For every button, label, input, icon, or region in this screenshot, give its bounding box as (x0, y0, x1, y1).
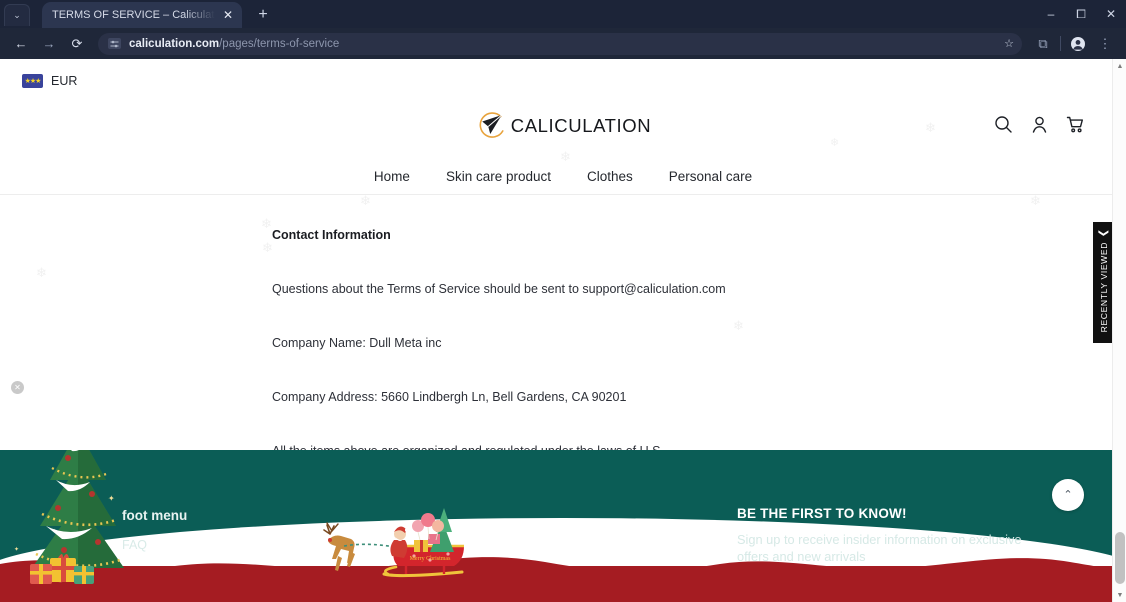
maximize-button[interactable]: ⧠ (1066, 0, 1096, 28)
company-name-paragraph: Company Name: Dull Meta inc (272, 336, 442, 350)
sparkle-decoration: ✦ (14, 547, 20, 553)
snowflake-decoration: ❄ (830, 137, 840, 149)
site-settings-icon[interactable] (108, 38, 121, 49)
bookmark-star-icon[interactable]: ☆ (1004, 37, 1014, 50)
logo-mark-icon (475, 109, 509, 143)
currency-selector[interactable]: ★★★ EUR (0, 59, 1126, 103)
address-bar[interactable]: caliculation.com/pages/terms-of-service … (98, 32, 1022, 55)
minimize-button[interactable]: – (1036, 0, 1066, 28)
section-heading: Contact Information (272, 228, 391, 242)
site-logo[interactable]: CALICULATION (475, 109, 652, 143)
santa-sleigh-illustration: Merry Christmas (323, 508, 464, 578)
snowflake-decoration: ❄ (925, 120, 936, 135)
new-tab-button[interactable]: + (250, 2, 276, 28)
nav-item-home[interactable]: Home (374, 169, 410, 184)
footer-link-faq[interactable]: FAQ (122, 538, 147, 552)
snowflake-decoration: ❄ (733, 318, 744, 333)
scrollbar-down-arrow[interactable]: ▼ (1113, 588, 1126, 602)
sleigh-text: Merry Christmas (410, 556, 451, 562)
newsletter-heading: BE THE FIRST TO KNOW! (737, 506, 907, 521)
tab-search-button[interactable]: ⌄ (4, 4, 30, 26)
tab-strip: ⌄ TERMS OF SERVICE – Caliculation ✕ + – … (0, 0, 1126, 28)
browser-menu-icon[interactable]: ⋮ (1092, 31, 1118, 57)
nav-item-clothes[interactable]: Clothes (587, 169, 633, 184)
reindeer (323, 522, 355, 571)
snowflake-decoration: ❄ (560, 149, 571, 164)
snowflake-decoration: ❄ (261, 216, 272, 231)
currency-label: EUR (51, 74, 78, 88)
newsletter-section: BE THE FIRST TO KNOW! Sign up to receive… (737, 506, 1037, 565)
logo-text: CALICULATION (510, 115, 652, 136)
chevron-up-icon: ⌃ (1063, 488, 1073, 501)
browser-window: ⌄ TERMS OF SERVICE – Caliculation ✕ + – … (0, 0, 1126, 602)
window-controls: – ⧠ ✕ (1036, 0, 1126, 28)
snowflake-decoration: ❄ (360, 193, 371, 208)
url-text: caliculation.com/pages/terms-of-service (129, 38, 339, 50)
nav-item-skin-care-product[interactable]: Skin care product (446, 169, 551, 184)
page-viewport: ★★★ EUR CALICULATION Home Skin care prod… (0, 59, 1126, 602)
newsletter-body: Sign up to receive insider information o… (737, 532, 1022, 565)
red-band-decoration (0, 566, 1126, 602)
forward-icon[interactable]: → (36, 31, 62, 57)
footer-menu-heading: foot menu (122, 508, 188, 523)
eu-flag-icon: ★★★ (22, 74, 43, 88)
flag-stars: ★★★ (24, 77, 42, 85)
url-path: /pages/terms-of-service (219, 37, 340, 50)
browser-tab[interactable]: TERMS OF SERVICE – Caliculation ✕ (42, 2, 242, 28)
tab-close-icon[interactable]: ✕ (220, 7, 236, 23)
close-window-button[interactable]: ✕ (1096, 0, 1126, 28)
header-action-icons (994, 115, 1086, 135)
snowflake-decoration: ❄ (262, 240, 273, 255)
back-icon[interactable]: ← (8, 31, 34, 57)
back-to-top-button[interactable]: ⌃ (1052, 479, 1084, 511)
cart-icon[interactable] (1066, 115, 1086, 135)
url-domain: caliculation.com (129, 37, 220, 50)
chevron-down-icon: ⌄ (13, 10, 21, 20)
nav-item-personal-care[interactable]: Personal care (669, 169, 752, 184)
chevron-left-icon: ❮ (1097, 228, 1109, 238)
main-navigation: Home Skin care product Clothes Personal … (374, 169, 752, 184)
browser-toolbar: ← → ⟳ caliculation.com/pages/terms-of-se… (0, 28, 1126, 59)
snowflake-decoration: ❄ (1030, 193, 1041, 208)
close-icon[interactable]: ✕ (11, 381, 24, 394)
snowflake-decoration: ❄ (36, 265, 47, 280)
company-address-paragraph: Company Address: 5660 Lindbergh Ln, Bell… (272, 390, 627, 404)
search-icon[interactable] (994, 115, 1014, 135)
profile-avatar-icon[interactable] (1065, 31, 1091, 57)
santa (390, 526, 409, 558)
reload-icon[interactable]: ⟳ (64, 31, 90, 57)
scrollbar-thumb[interactable] (1115, 532, 1125, 584)
contact-email-paragraph: Questions about the Terms of Service sho… (272, 282, 726, 296)
christmas-tree-illustration (30, 450, 124, 584)
recently-viewed-label: RECENTLY VIEWED (1099, 242, 1109, 333)
toolbar-divider (1060, 36, 1061, 51)
toolbar-actions: ⧉ ⋮ (1030, 31, 1118, 57)
extensions-icon[interactable]: ⧉ (1030, 31, 1056, 57)
tab-title: TERMS OF SERVICE – Caliculation (52, 9, 220, 21)
site-footer: ✦ ✦ ✦ (0, 450, 1126, 602)
scrollbar-up-arrow[interactable]: ▲ (1113, 59, 1126, 73)
account-icon[interactable] (1030, 115, 1050, 135)
page-scrollbar[interactable]: ▲ ▼ (1112, 59, 1126, 602)
